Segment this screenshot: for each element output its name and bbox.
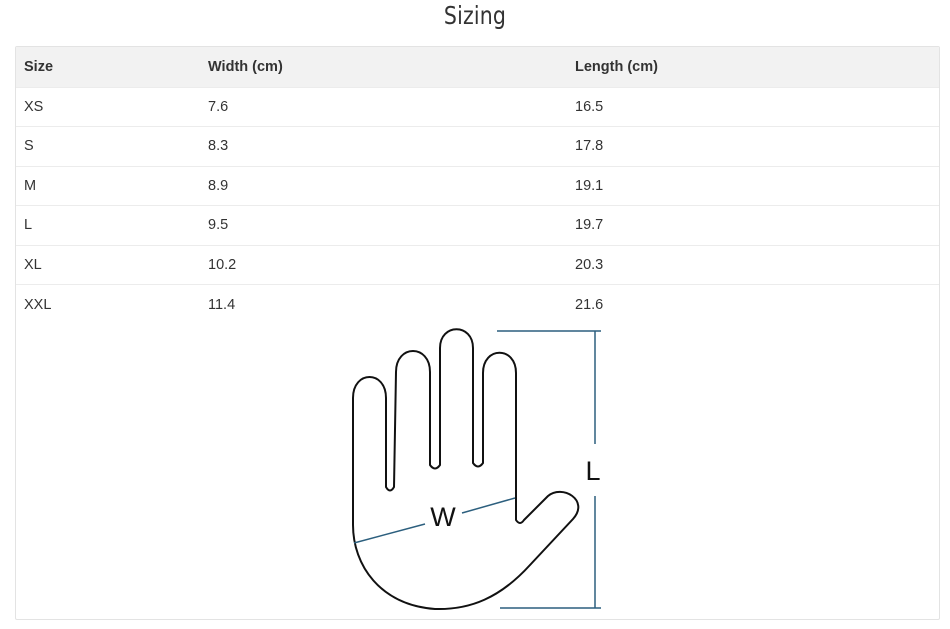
cell-length: 19.1: [575, 177, 604, 194]
cell-length: 19.7: [575, 217, 604, 234]
cell-width: 10.2: [208, 256, 237, 273]
cell-size: L: [24, 217, 33, 234]
table-row: L 9.5 19.7: [16, 205, 939, 246]
cell-length: 17.8: [575, 138, 604, 155]
cell-length: 21.6: [575, 296, 604, 313]
cell-size: S: [24, 138, 34, 155]
table-row: XS 7.6 16.5: [16, 87, 939, 127]
cell-width: 8.3: [208, 138, 229, 155]
table-header-row: Size Width (cm) Length (cm): [16, 47, 939, 87]
header-width: Width (cm): [208, 58, 283, 75]
table-row: XXL 11.4 21.6: [16, 284, 939, 325]
cell-length: 16.5: [575, 98, 604, 115]
header-length: Length (cm): [575, 58, 658, 75]
cell-width: 9.5: [208, 217, 229, 234]
cell-size: XXL: [24, 296, 52, 313]
cell-size: M: [24, 177, 37, 194]
cell-size: XL: [24, 256, 42, 273]
header-size: Size: [24, 58, 54, 75]
table-row: XL 10.2 20.3: [16, 245, 939, 285]
page-title: Sizing: [443, 1, 507, 30]
cell-width: 11.4: [208, 296, 236, 313]
cell-size: XS: [24, 98, 44, 115]
size-table: Size Width (cm) Length (cm) XS 7.6 16.5 …: [16, 47, 939, 324]
cell-width: 8.9: [208, 177, 229, 194]
table-row: S 8.3 17.8: [16, 126, 939, 167]
table-row: M 8.9 19.1: [16, 166, 939, 206]
cell-width: 7.6: [208, 98, 229, 115]
sizing-card: Size Width (cm) Length (cm) XS 7.6 16.5 …: [15, 46, 940, 620]
cell-length: 20.3: [575, 256, 604, 273]
